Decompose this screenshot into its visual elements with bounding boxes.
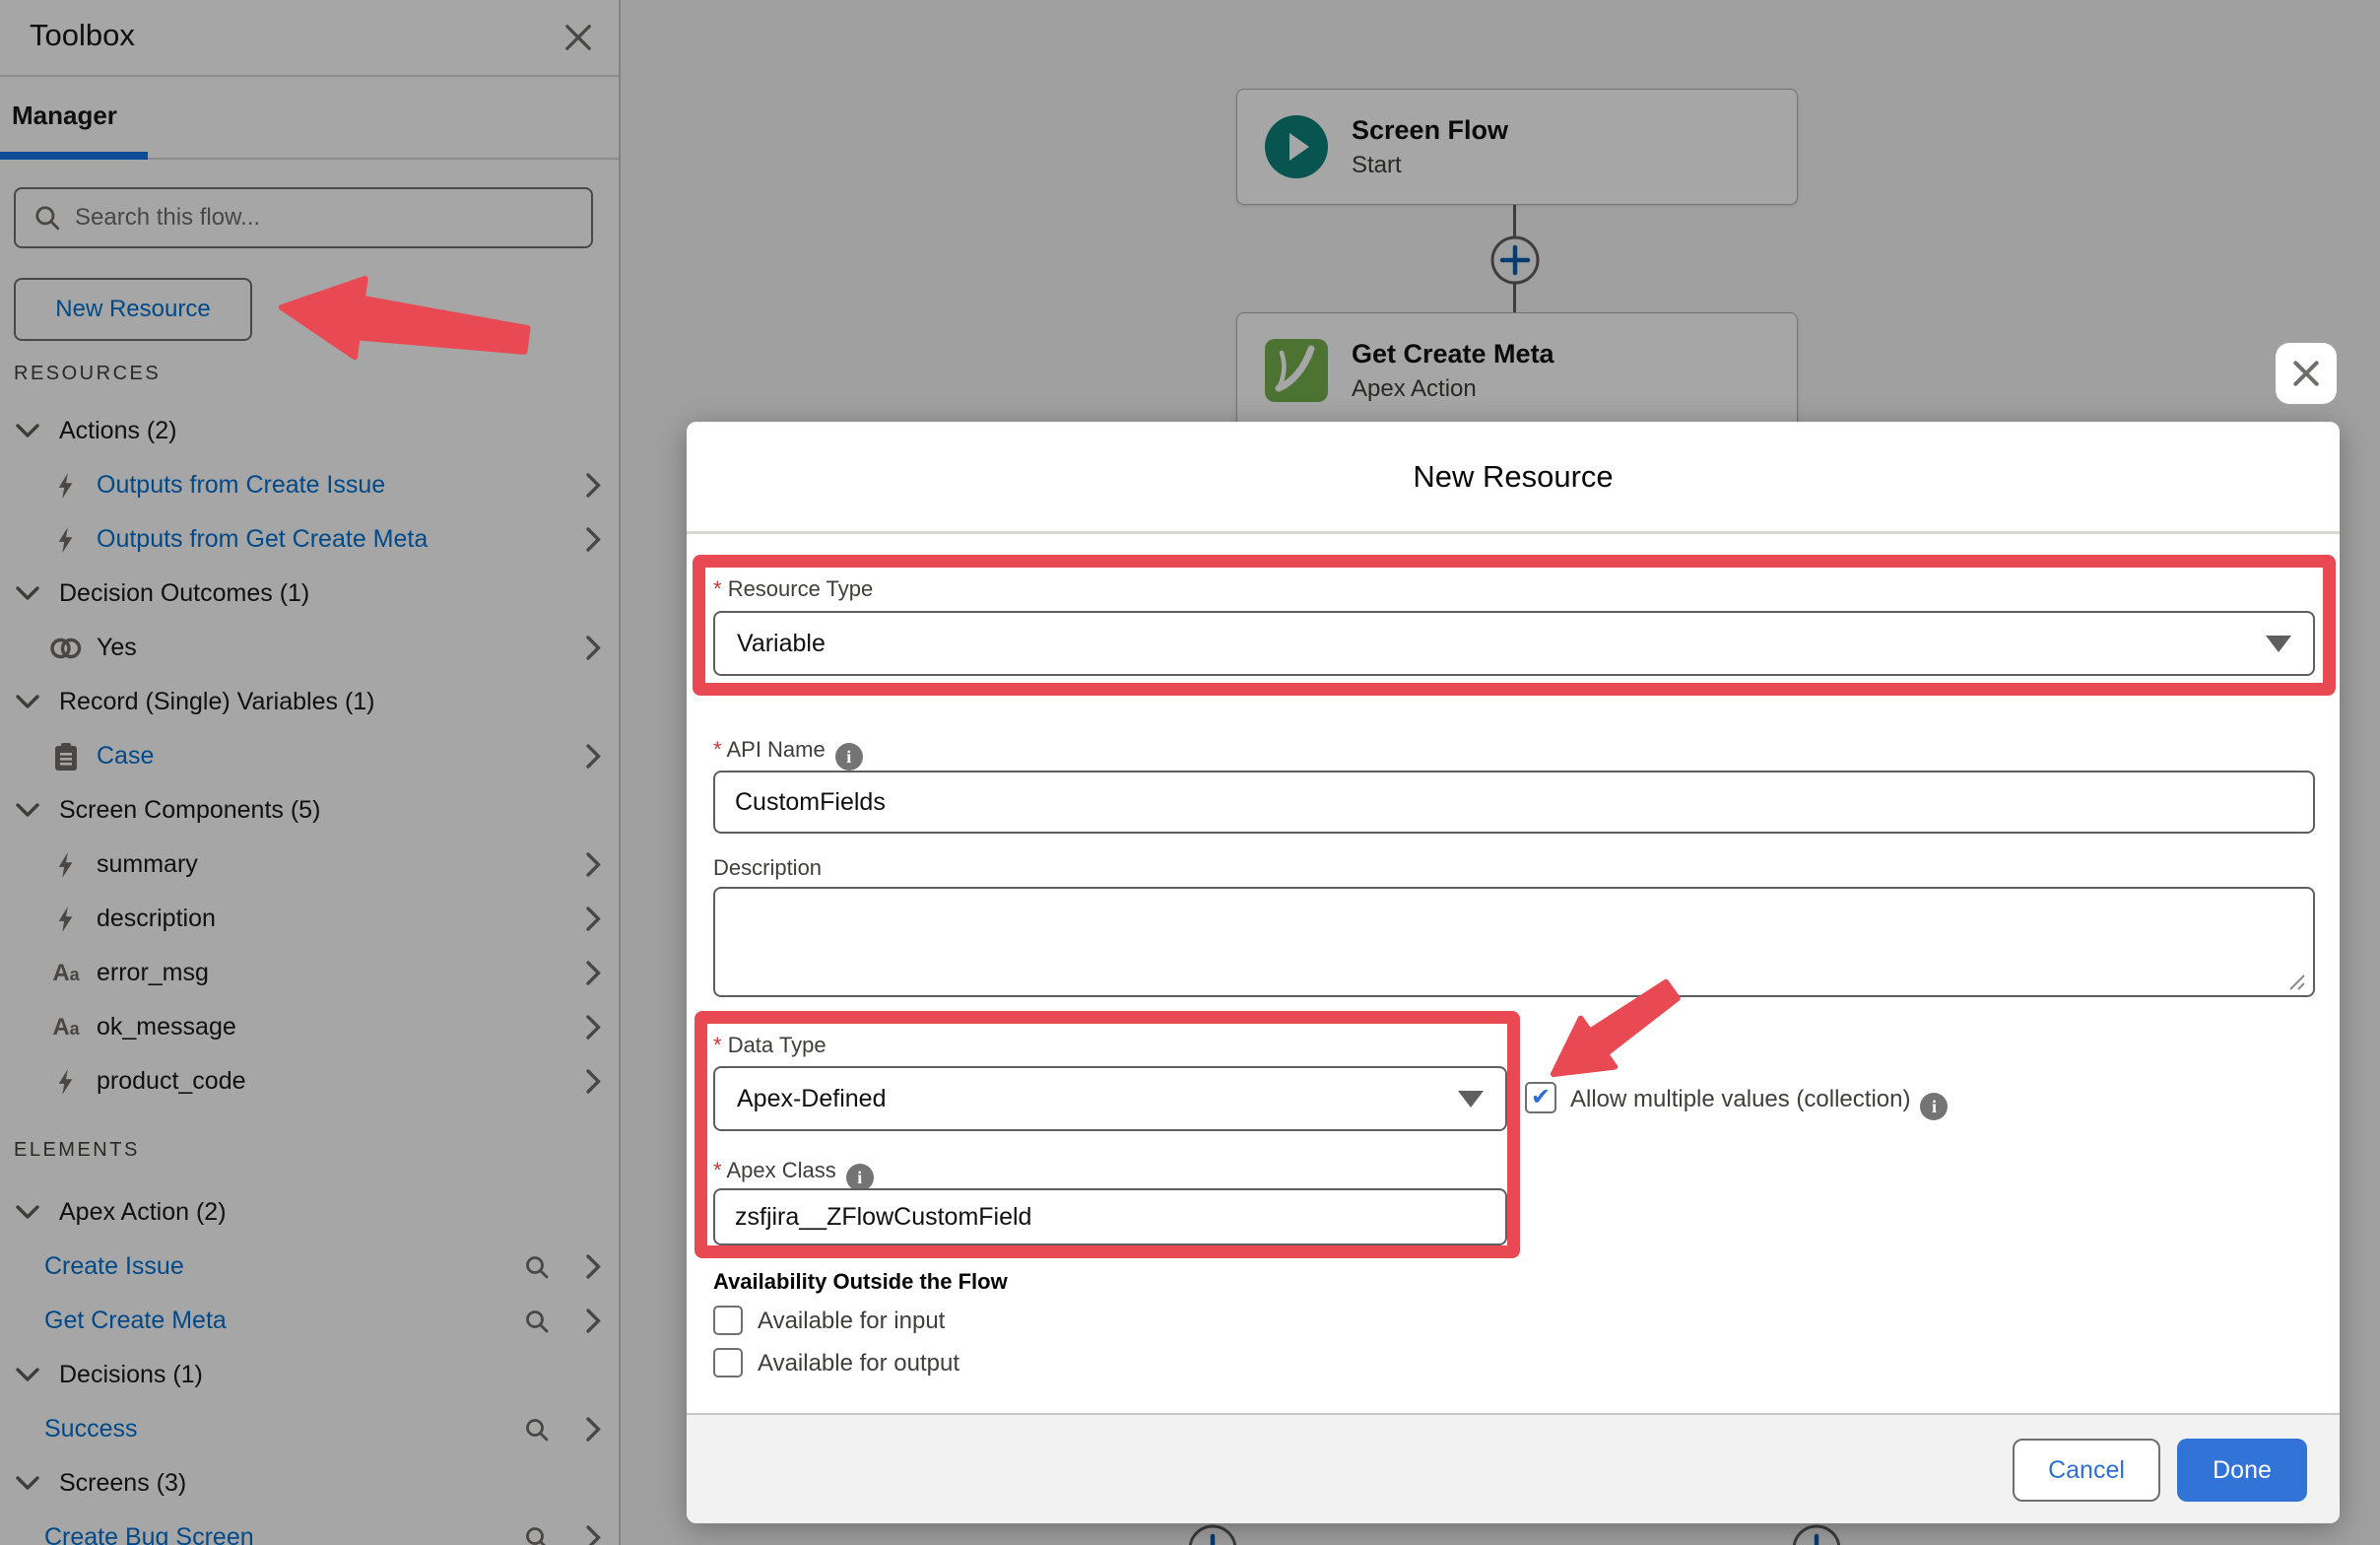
modal-title: New Resource xyxy=(687,422,2340,532)
flow-builder-screen: Screen Flow Start Get Create Meta Apex A… xyxy=(0,0,2380,1545)
availability-header: Availability Outside the Flow xyxy=(713,1269,1008,1295)
api-name-label: API Name xyxy=(713,737,863,771)
data-type-select[interactable]: Apex-Defined xyxy=(713,1066,1507,1131)
allow-multiple-checkbox[interactable] xyxy=(1525,1082,1556,1113)
available-for-output-checkbox[interactable] xyxy=(713,1348,743,1377)
allow-multiple-label: Allow multiple values (collection) xyxy=(1570,1086,1948,1120)
resource-type-label: Resource Type xyxy=(713,576,873,602)
resource-type-select[interactable]: Variable xyxy=(713,611,2315,676)
info-icon[interactable] xyxy=(846,1164,874,1191)
modal-footer: Cancel Done xyxy=(687,1413,2340,1523)
chevron-down-icon xyxy=(2266,636,2291,652)
data-type-label: Data Type xyxy=(713,1033,826,1058)
new-resource-modal: New Resource Resource Type Variable API … xyxy=(687,422,2340,1523)
data-type-value: Apex-Defined xyxy=(737,1085,886,1113)
done-button[interactable]: Done xyxy=(2177,1439,2307,1502)
api-name-input[interactable] xyxy=(713,771,2315,834)
modal-close-icon[interactable] xyxy=(2276,343,2337,404)
apex-class-input[interactable] xyxy=(713,1188,1507,1245)
available-for-output-label: Available for output xyxy=(758,1350,959,1377)
description-label: Description xyxy=(713,855,822,881)
cancel-button[interactable]: Cancel xyxy=(2013,1439,2160,1502)
info-icon[interactable] xyxy=(835,743,863,771)
chevron-down-icon xyxy=(1458,1091,1484,1108)
available-for-input-checkbox[interactable] xyxy=(713,1306,743,1335)
info-icon[interactable] xyxy=(1920,1093,1948,1120)
resource-type-value: Variable xyxy=(737,630,826,658)
available-for-input-label: Available for input xyxy=(758,1308,945,1335)
description-textarea[interactable] xyxy=(713,887,2315,997)
apex-class-label: Apex Class xyxy=(713,1158,874,1191)
